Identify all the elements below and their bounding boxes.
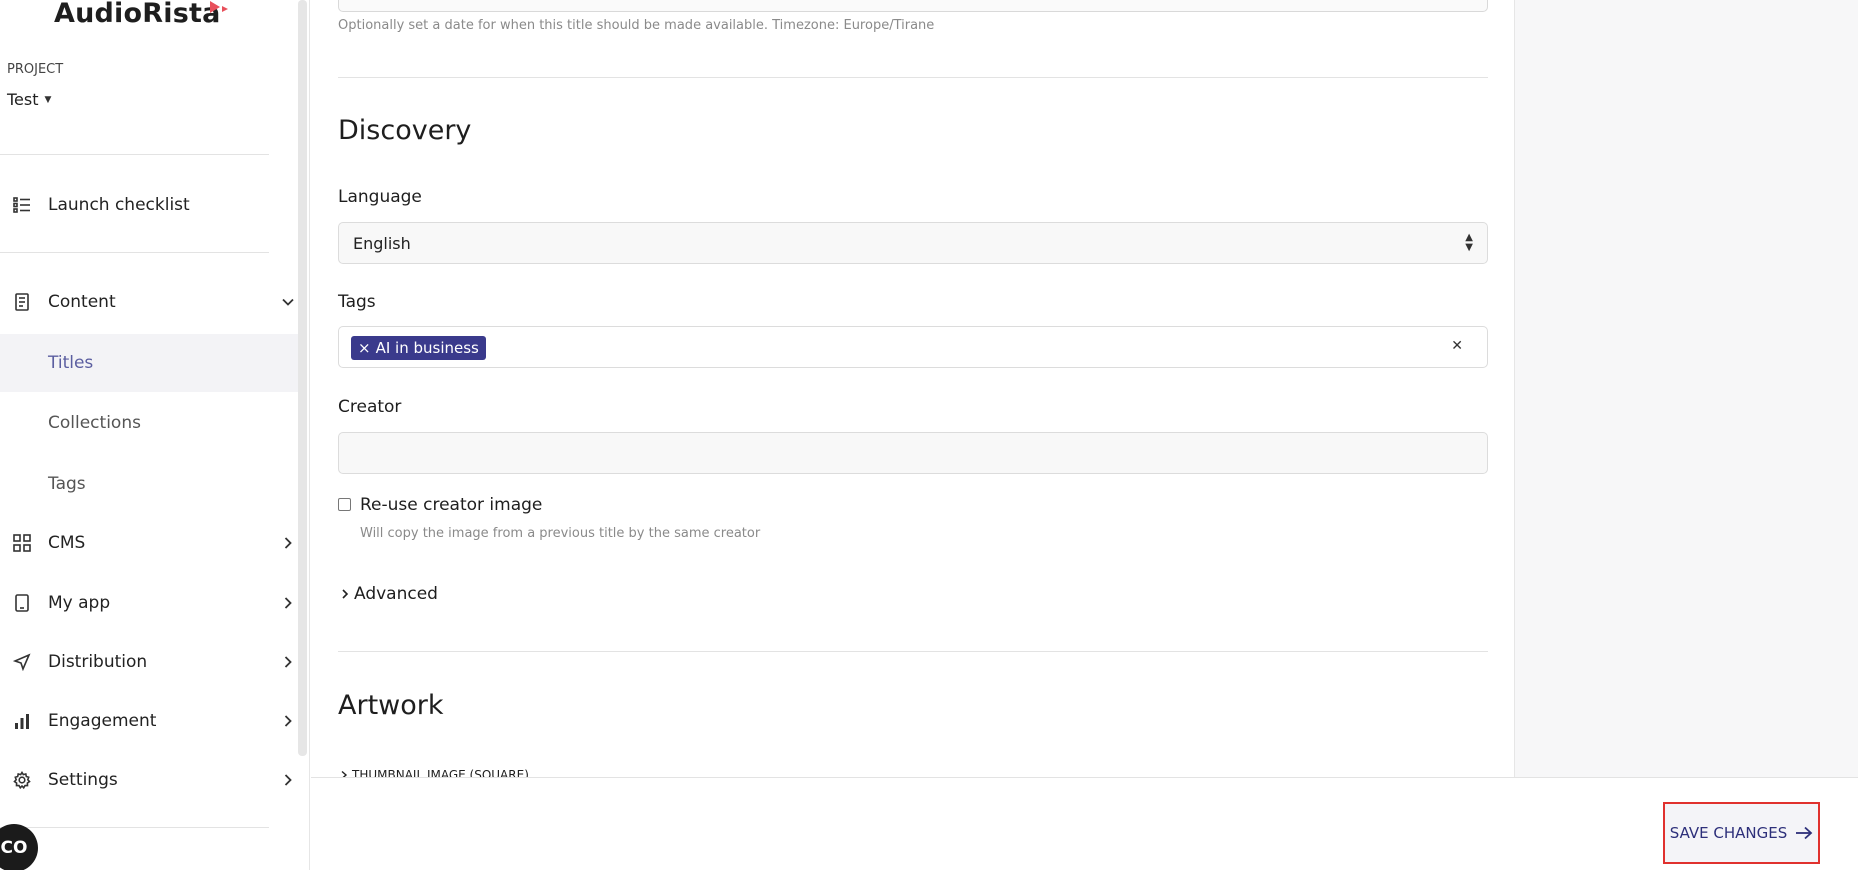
sidebar-item-distribution[interactable]: Distribution — [0, 634, 298, 690]
sidebar-item-label: Titles — [48, 353, 94, 373]
tags-label: Tags — [338, 292, 376, 312]
select-arrows-icon: ▲ ▼ — [1465, 232, 1473, 253]
main-content: Optionally set a date for when this titl… — [311, 0, 1514, 777]
arrow-right-icon — [1796, 826, 1813, 840]
project-label: PROJECT — [7, 62, 64, 77]
sidebar: AudioRista PROJECT Test ▼ Launch checkli… — [0, 0, 310, 870]
sidebar-item-label: My app — [48, 593, 111, 613]
chevron-right-icon — [278, 533, 298, 553]
play-logo-icon — [210, 1, 228, 13]
sidebar-item-content[interactable]: Content — [0, 274, 298, 330]
footer-bar — [311, 777, 1858, 870]
sidebar-item-tags[interactable]: Tags — [0, 456, 298, 512]
availability-date-input[interactable] — [338, 0, 1488, 12]
sidebar-item-label: Tags — [48, 474, 86, 494]
send-icon — [12, 652, 32, 672]
creator-label: Creator — [338, 397, 402, 417]
sidebar-divider — [0, 827, 269, 828]
reuse-creator-image-hint: Will copy the image from a previous titl… — [360, 526, 761, 541]
creator-input[interactable] — [338, 432, 1488, 474]
project-value: Test — [7, 90, 39, 109]
artwork-heading: Artwork — [338, 690, 444, 721]
sidebar-item-settings[interactable]: Settings — [0, 752, 298, 808]
sidebar-item-label: Engagement — [48, 711, 157, 731]
sidebar-item-label: Content — [48, 292, 116, 312]
language-select[interactable]: English ▲ ▼ — [338, 222, 1488, 264]
sidebar-divider — [0, 154, 269, 155]
chevron-right-icon — [341, 770, 348, 777]
section-divider — [338, 651, 1488, 652]
discovery-heading: Discovery — [338, 115, 472, 146]
gear-icon — [12, 770, 32, 790]
chat-bubble-button[interactable]: CO — [0, 824, 38, 870]
sidebar-divider — [0, 252, 269, 253]
section-divider — [338, 77, 1488, 78]
project-selector[interactable]: Test ▼ — [7, 90, 51, 109]
sidebar-item-launch-checklist[interactable]: Launch checklist — [0, 177, 298, 233]
save-changes-label: SAVE CHANGES — [1669, 824, 1788, 842]
thumbnail-image-label: THUMBNAIL IMAGE (SQUARE) — [352, 768, 529, 777]
advanced-toggle[interactable]: Advanced — [340, 584, 438, 604]
chevron-right-icon — [342, 589, 349, 599]
availability-date-hint: Optionally set a date for when this titl… — [338, 18, 935, 33]
reuse-creator-image-label[interactable]: Re-use creator image — [360, 495, 542, 515]
chevron-right-icon — [278, 711, 298, 731]
thumbnail-image-toggle[interactable]: THUMBNAIL IMAGE (SQUARE) — [340, 768, 529, 777]
tags-input[interactable]: × AI in business ✕ — [338, 326, 1488, 368]
sidebar-item-label: Collections — [48, 413, 141, 433]
sidebar-item-label: Launch checklist — [48, 195, 190, 215]
chevron-right-icon — [278, 770, 298, 790]
sidebar-item-my-app[interactable]: My app — [0, 575, 298, 631]
sidebar-item-label: Settings — [48, 770, 118, 790]
reuse-creator-image-checkbox[interactable] — [338, 498, 351, 511]
app-logo[interactable]: AudioRista — [54, 0, 221, 29]
tablet-icon — [12, 593, 32, 613]
grid-icon — [12, 533, 32, 553]
sidebar-scrollbar[interactable] — [298, 0, 307, 756]
save-changes-button[interactable]: SAVE CHANGES — [1663, 802, 1820, 864]
clear-tags-icon[interactable]: ✕ — [1451, 338, 1463, 354]
right-panel — [1514, 0, 1858, 777]
caret-down-icon: ▼ — [44, 94, 52, 105]
tag-chip[interactable]: × AI in business — [351, 336, 486, 360]
language-label: Language — [338, 187, 422, 207]
sidebar-item-collections[interactable]: Collections — [0, 395, 298, 451]
chevron-down-icon — [278, 292, 298, 312]
chevron-right-icon — [278, 652, 298, 672]
bar-chart-icon — [12, 711, 32, 731]
advanced-label: Advanced — [354, 584, 438, 604]
sidebar-item-cms[interactable]: CMS — [0, 515, 298, 571]
remove-tag-icon[interactable]: × — [358, 339, 371, 357]
chevron-right-icon — [278, 593, 298, 613]
sidebar-item-label: CMS — [48, 533, 86, 553]
document-icon — [12, 292, 32, 312]
tag-chip-label: AI in business — [375, 339, 479, 357]
checklist-icon — [12, 195, 32, 215]
language-value: English — [353, 233, 411, 253]
sidebar-item-engagement[interactable]: Engagement — [0, 693, 298, 749]
sidebar-item-titles[interactable]: Titles — [0, 334, 298, 392]
sidebar-item-label: Distribution — [48, 652, 148, 672]
